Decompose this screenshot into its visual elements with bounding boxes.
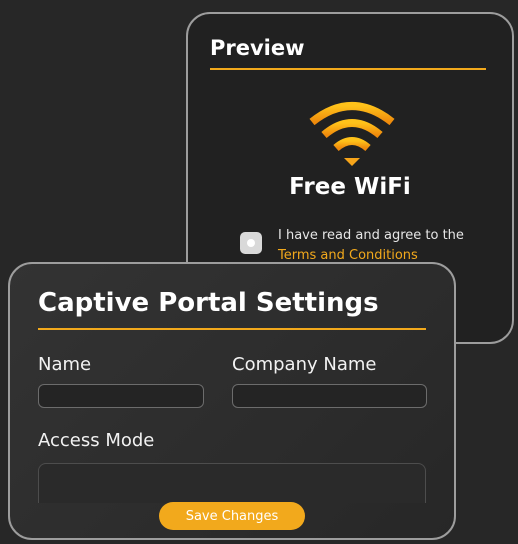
name-label: Name	[38, 354, 92, 375]
agree-text: I have read and agree to the Terms and C…	[278, 226, 488, 266]
company-name-label: Company Name	[232, 354, 377, 375]
free-wifi-heading: Free WiFi	[289, 174, 411, 200]
company-name-input[interactable]	[232, 384, 427, 408]
settings-panel: Captive Portal Settings Name Company Nam…	[8, 262, 456, 540]
access-mode-field[interactable]	[38, 463, 426, 503]
access-mode-label: Access Mode	[38, 430, 155, 451]
wifi-icon	[309, 102, 395, 166]
settings-title: Captive Portal Settings	[38, 288, 379, 318]
preview-title: Preview	[210, 36, 305, 60]
agree-checkbox[interactable]	[240, 232, 262, 254]
settings-divider	[38, 328, 426, 330]
name-input[interactable]	[38, 384, 204, 408]
preview-divider	[210, 68, 486, 70]
save-changes-button[interactable]: Save Changes	[159, 502, 305, 530]
agree-label: I have read and agree to the	[278, 228, 464, 243]
